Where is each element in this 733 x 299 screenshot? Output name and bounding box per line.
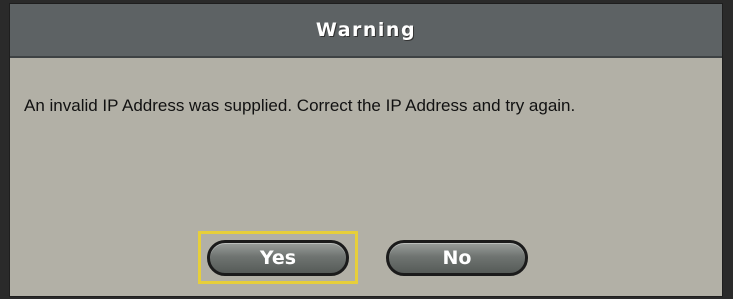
- dialog-message: An invalid IP Address was supplied. Corr…: [24, 96, 576, 115]
- dialog-title: Warning: [315, 19, 417, 41]
- dialog-titlebar: Warning: [10, 4, 722, 58]
- warning-dialog: Warning An invalid IP Address was suppli…: [9, 3, 723, 297]
- yes-button[interactable]: Yes: [207, 240, 349, 276]
- no-button[interactable]: No: [386, 240, 528, 276]
